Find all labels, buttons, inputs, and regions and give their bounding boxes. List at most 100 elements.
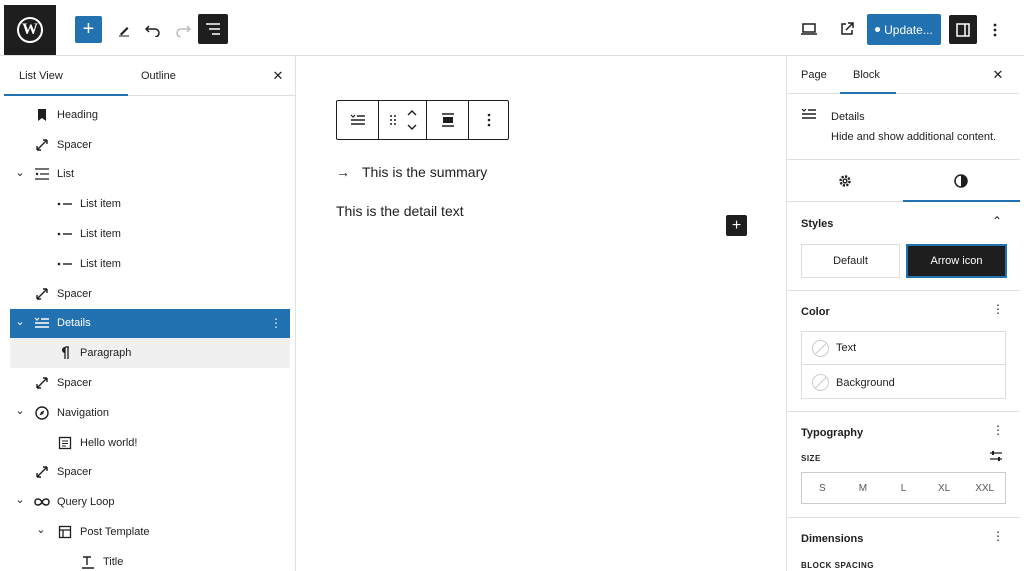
styles-heading[interactable]: Styles (801, 218, 833, 230)
undo-button[interactable] (142, 16, 164, 43)
external-link-icon (841, 22, 854, 35)
unsaved-dot-icon (875, 27, 881, 32)
close-settings-button[interactable]: ✕ (988, 65, 1008, 85)
block-inserter-button[interactable]: + (726, 215, 747, 236)
tools-button[interactable] (114, 16, 134, 43)
dimensions-options-button[interactable]: ⋮ (992, 529, 1004, 543)
tab-styles[interactable] (903, 160, 1019, 202)
tab-block[interactable]: Block (853, 56, 880, 94)
title-icon (80, 554, 96, 570)
chevron-down-icon[interactable]: ⌄ (36, 523, 46, 536)
list-view-item[interactable]: ⌄ Query Loop (4, 487, 296, 517)
details-icon (801, 108, 816, 119)
list-view-item[interactable]: Spacer (4, 458, 296, 488)
editor-canvas[interactable]: → This is the summary This is the detail… (296, 56, 786, 571)
align-button[interactable] (427, 101, 469, 139)
chevron-up-icon[interactable]: ⌃ (992, 214, 1002, 228)
style-default-button[interactable]: Default (801, 244, 900, 278)
layout-icon (57, 524, 73, 540)
list-view-item[interactable]: ⌄ Navigation (4, 398, 296, 428)
pilcrow-icon (57, 345, 73, 361)
list-view-item[interactable]: List item (4, 249, 296, 279)
list-view-item[interactable]: Paragraph (10, 338, 290, 369)
list-view-item-label: Title (103, 555, 124, 568)
list-view-item-label: List item (80, 228, 121, 241)
update-label: Update... (884, 22, 933, 37)
list-view-item[interactable]: Title (4, 547, 296, 571)
dimensions-heading: Dimensions (801, 533, 864, 545)
chevron-down-icon[interactable]: ⌄ (15, 166, 25, 179)
list-view-item-label: Query Loop (57, 496, 115, 509)
empty-swatch-icon (812, 339, 829, 357)
wordpress-logo-button[interactable]: W (4, 5, 56, 55)
font-size-option[interactable]: S (802, 473, 843, 503)
text-color-item[interactable]: Text (802, 332, 1005, 365)
summary-text: This is the summary (362, 164, 488, 180)
chevron-down-icon[interactable]: ⌄ (15, 404, 25, 417)
laptop-icon (801, 23, 817, 35)
list-item-icon (57, 196, 73, 212)
top-toolbar: W + Update... (0, 0, 1024, 56)
view-page-button[interactable] (836, 18, 858, 40)
typography-options-button[interactable]: ⋮ (992, 423, 1004, 437)
tab-outline[interactable]: Outline (141, 56, 176, 96)
details-summary[interactable]: → This is the summary (336, 164, 487, 180)
chevron-down-icon[interactable]: ⌄ (15, 493, 25, 506)
color-options-button[interactable]: ⋮ (992, 302, 1004, 316)
options-menu-button[interactable] (986, 16, 1004, 43)
tab-settings[interactable] (787, 160, 903, 202)
close-list-view-button[interactable]: ✕ (268, 66, 288, 86)
list-view-item-label: List item (80, 198, 121, 211)
font-size-option[interactable]: XL (924, 473, 965, 503)
plus-icon: + (82, 18, 95, 40)
style-arrow-icon-button[interactable]: Arrow icon (906, 244, 1007, 278)
item-options-button[interactable]: ⋮ (270, 316, 282, 330)
font-size-option[interactable]: L (883, 473, 924, 503)
list-item-icon (57, 256, 73, 272)
list-view-item-label: List item (80, 257, 121, 270)
sidebar-tabs: Page Block ✕ (787, 56, 1019, 94)
list-view-item[interactable]: Spacer (4, 368, 296, 398)
background-color-item[interactable]: Background (802, 366, 1005, 399)
list-view-item[interactable]: List item (4, 189, 296, 219)
color-settings-list: Text Background (801, 331, 1006, 399)
list-view-item[interactable]: ⌄ Details ⋮ (10, 308, 290, 339)
tab-page[interactable]: Page (801, 56, 827, 94)
block-type-button[interactable] (337, 101, 379, 139)
list-view-item-label: Paragraph (80, 347, 132, 360)
close-icon: ✕ (272, 68, 284, 83)
tab-list-view[interactable]: List View (19, 56, 63, 96)
list-view-item-label: Navigation (57, 406, 109, 419)
list-view-item[interactable]: List item (4, 219, 296, 249)
font-size-option[interactable]: XXL (964, 473, 1005, 503)
list-view-item[interactable]: Spacer (4, 130, 296, 160)
list-view-item[interactable]: Heading (4, 100, 296, 130)
drag-handle-icon[interactable] (389, 114, 397, 126)
list-view-button[interactable] (198, 14, 228, 44)
list-view-item[interactable]: Hello world! (4, 428, 296, 458)
settings-sidebar-toggle[interactable] (949, 15, 977, 44)
redo-button[interactable] (172, 16, 194, 43)
background-color-label: Background (836, 376, 895, 389)
list-view-item[interactable]: ⌄ Post Template (4, 517, 296, 547)
settings-sidebar: Page Block ✕ Details Hide and show addit… (786, 56, 1020, 571)
active-tab-indicator (4, 94, 128, 96)
font-size-option[interactable]: M (843, 473, 884, 503)
sliders-icon[interactable] (989, 450, 1003, 462)
move-up-down-icon[interactable] (407, 109, 417, 131)
add-block-button[interactable]: + (75, 16, 102, 43)
detail-paragraph[interactable]: This is the detail text (336, 203, 464, 219)
list-view-item[interactable]: ⌄ List (4, 160, 296, 190)
list-view-item[interactable]: Spacer (4, 279, 296, 309)
update-button[interactable]: Update... (867, 14, 941, 45)
chevron-down-icon[interactable]: ⌄ (15, 315, 25, 328)
resize-arrow-icon (34, 464, 50, 480)
list-view-item-label: Post Template (80, 526, 150, 539)
loop-icon (34, 494, 50, 510)
list-view-item-label: Details (57, 317, 91, 330)
list-icon (34, 166, 50, 182)
block-options-button[interactable] (469, 101, 508, 139)
more-vertical-icon (487, 113, 490, 127)
font-size-picker: S M L XL XXL (801, 472, 1006, 504)
device-preview-button[interactable] (798, 18, 820, 40)
